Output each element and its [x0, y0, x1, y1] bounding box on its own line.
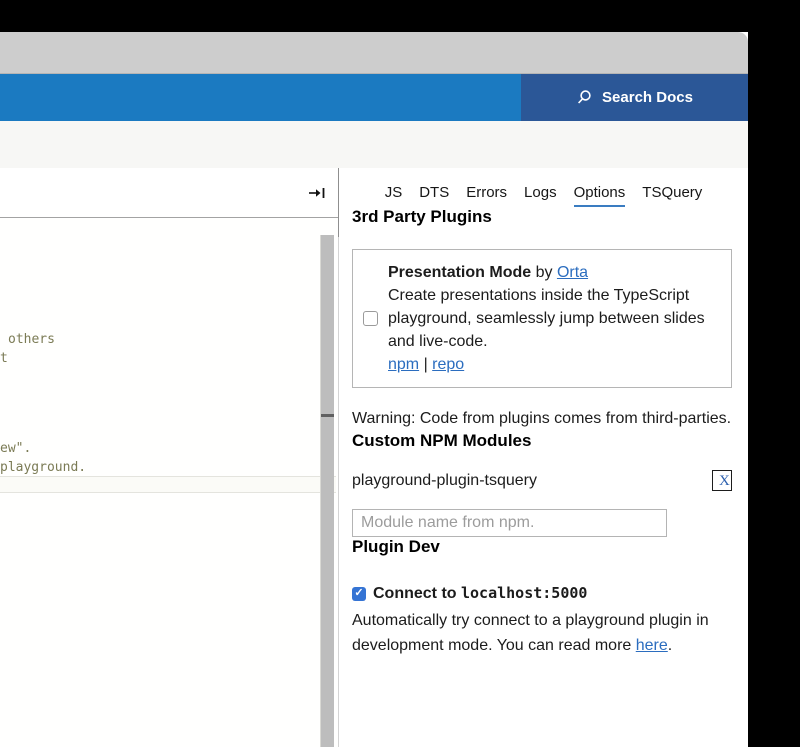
- plugin-dev-description: Automatically try connect to a playgroun…: [352, 608, 732, 658]
- tab-errors[interactable]: Errors: [466, 184, 507, 207]
- connect-label: Connect to localhost:5000: [373, 584, 587, 603]
- main-area: others t ew". playground. JS DTS Errors …: [0, 168, 748, 747]
- plugin-repo-link[interactable]: repo: [432, 356, 464, 373]
- site-subheader: [0, 121, 748, 168]
- plugin-by-text: by: [531, 264, 557, 281]
- plugin-description: Create presentations inside the TypeScri…: [388, 287, 705, 350]
- sidebar-content: 3rd Party Plugins Presentation Mode by O…: [339, 207, 748, 658]
- code-line: t: [0, 351, 8, 366]
- module-list-item: playground-plugin-tsquery X: [352, 470, 732, 491]
- plugins-warning-text: Warning: Code from plugins comes from th…: [352, 406, 732, 431]
- search-docs-label: Search Docs: [602, 89, 693, 106]
- current-line-highlight: [0, 476, 336, 493]
- code-line: playground.: [0, 460, 86, 475]
- plugin-sidebar: JS DTS Errors Logs Options TSQuery 3rd P…: [339, 168, 748, 747]
- code-line: others: [8, 332, 55, 347]
- plugin-card: Presentation Mode by Orta Create present…: [352, 249, 732, 388]
- plugin-dev-heading: Plugin Dev: [352, 537, 732, 557]
- tab-logs[interactable]: Logs: [524, 184, 557, 207]
- site-header: Search Docs: [0, 74, 748, 121]
- app-window: Search Docs others t ew". playground.: [0, 32, 748, 747]
- code-editor-pane: others t ew". playground.: [0, 168, 338, 747]
- tab-tsquery[interactable]: TSQuery: [642, 184, 702, 207]
- tab-dts[interactable]: DTS: [419, 184, 449, 207]
- search-icon: [576, 89, 593, 106]
- sidebar-tabs: JS DTS Errors Logs Options TSQuery: [339, 168, 748, 207]
- check-icon: ✓: [354, 588, 363, 599]
- link-separator: |: [419, 356, 432, 373]
- plugin-name: Presentation Mode: [388, 264, 531, 281]
- editor-toolbar: [0, 168, 338, 218]
- custom-npm-modules-heading: Custom NPM Modules: [352, 431, 732, 451]
- read-more-link[interactable]: here: [636, 637, 668, 654]
- dock-sidebar-right-icon[interactable]: [308, 186, 326, 200]
- module-name-input[interactable]: [352, 509, 667, 537]
- localhost-address: localhost:5000: [461, 584, 587, 602]
- scrollbar-position-marker: [321, 414, 334, 417]
- module-name: playground-plugin-tsquery: [352, 472, 537, 490]
- tab-options[interactable]: Options: [574, 184, 626, 207]
- code-line: ew".: [0, 441, 31, 456]
- plugin-npm-link[interactable]: npm: [388, 356, 419, 373]
- code-editor[interactable]: others t ew". playground.: [0, 219, 338, 747]
- plugin-card-text: Presentation Mode by Orta Create present…: [388, 261, 721, 376]
- plugin-enable-checkbox[interactable]: [363, 311, 378, 326]
- connect-localhost-row: ✓ Connect to localhost:5000: [352, 584, 732, 603]
- editor-vertical-scrollbar[interactable]: [321, 235, 334, 747]
- window-titlebar: [0, 32, 748, 74]
- third-party-plugins-heading: 3rd Party Plugins: [352, 207, 732, 227]
- plugin-author-link[interactable]: Orta: [557, 264, 588, 281]
- connect-localhost-checkbox[interactable]: ✓: [352, 587, 366, 601]
- tab-js[interactable]: JS: [385, 184, 403, 207]
- remove-module-button[interactable]: X: [712, 470, 732, 491]
- search-docs-button[interactable]: Search Docs: [521, 74, 748, 121]
